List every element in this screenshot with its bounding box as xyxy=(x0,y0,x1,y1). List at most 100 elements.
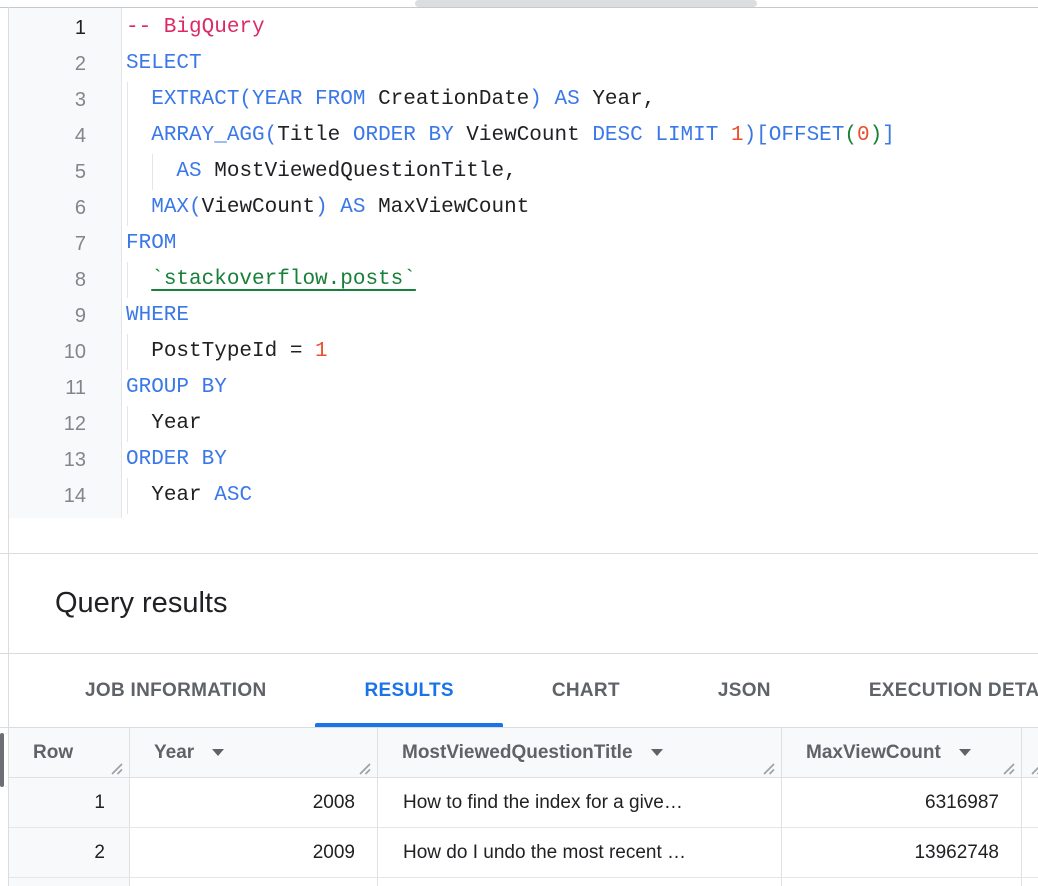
row-number-cell: 1 xyxy=(9,778,130,827)
code-token: ] xyxy=(882,124,895,147)
table-row[interactable]: 22009How do I undo the most recent …1396… xyxy=(9,828,1038,878)
filler-cell xyxy=(1022,828,1038,877)
code-token: Year xyxy=(151,484,214,507)
code-line[interactable]: 9 WHERE xyxy=(9,298,1038,334)
column-resize-grip[interactable] xyxy=(1002,760,1016,774)
code-line-content: WHERE xyxy=(126,298,189,334)
indent-guide xyxy=(127,190,128,226)
column-header-mostviewedquestiontitle[interactable]: MostViewedQuestionTitle xyxy=(378,728,782,777)
code-token: ViewCount xyxy=(202,196,315,219)
tab-json[interactable]: JSON xyxy=(669,654,820,727)
code-line[interactable]: 10 PostTypeId = 1 xyxy=(9,334,1038,370)
column-menu-icon[interactable] xyxy=(212,749,224,756)
code-line[interactable]: 3 EXTRACT(YEAR FROM CreationDate) AS Yea… xyxy=(9,82,1038,118)
code-line[interactable]: 5 AS MostViewedQuestionTitle, xyxy=(9,154,1038,190)
column-resize-grip[interactable] xyxy=(358,760,372,774)
line-number: 13 xyxy=(9,442,86,478)
code-token: DESC LIMIT xyxy=(592,124,731,147)
code-line-content: PostTypeId = 1 xyxy=(126,334,328,370)
line-number: 6 xyxy=(9,190,86,226)
code-token: ) xyxy=(870,124,883,147)
code-token: Title xyxy=(277,124,353,147)
results-table: Row Year MostViewedQuestionTitleMaxViewCou… xyxy=(9,728,1038,886)
code-token: ViewCount xyxy=(466,124,592,147)
maxviewcount-cell: 6316987 xyxy=(782,778,1022,827)
code-line-content: FROM xyxy=(126,226,176,262)
code-line-content: AS MostViewedQuestionTitle, xyxy=(126,154,517,190)
indent-guide xyxy=(152,154,153,190)
sql-editor[interactable]: 1 -- BigQuery 2SELECT3 EXTRACT(YEAR FROM C… xyxy=(9,8,1038,553)
table-reference-link[interactable]: `stackoverflow.posts` xyxy=(151,268,416,291)
code-line[interactable]: 13 ORDER BY xyxy=(9,442,1038,478)
code-line[interactable]: 7FROM xyxy=(9,226,1038,262)
column-resize-grip[interactable] xyxy=(110,760,124,774)
column-resize-grip[interactable] xyxy=(762,760,776,774)
tab-chart[interactable]: CHART xyxy=(503,654,669,727)
column-header-year[interactable]: Year xyxy=(130,728,378,777)
code-token: Year xyxy=(151,412,201,435)
line-number: 5 xyxy=(9,154,86,190)
column-menu-icon[interactable] xyxy=(959,749,971,756)
code-line-content: EXTRACT(YEAR FROM CreationDate) AS Year, xyxy=(126,82,655,118)
code-line[interactable]: 14 Year ASC xyxy=(9,478,1038,514)
code-token: ) AS xyxy=(529,88,592,111)
code-token: MostViewedQuestionTitle, xyxy=(214,160,516,183)
row-number-cell: 2 xyxy=(9,828,130,877)
code-token: ORDER BY xyxy=(353,124,466,147)
line-number: 1 xyxy=(9,10,86,46)
code-line[interactable]: 6 MAX(ViewCount) AS MaxViewCount xyxy=(9,190,1038,226)
code-line[interactable]: 12 Year xyxy=(9,406,1038,442)
tab-label: RESULTS xyxy=(364,680,453,702)
column-resize-grip[interactable] xyxy=(1030,760,1038,774)
code-token: MAX( xyxy=(151,196,201,219)
tab-execution-details[interactable]: EXECUTION DETAILS xyxy=(820,654,1038,727)
line-number: 11 xyxy=(9,370,86,406)
code-line[interactable]: 11 GROUP BY xyxy=(9,370,1038,406)
column-header-label: Year xyxy=(154,742,194,764)
column-menu-icon[interactable] xyxy=(651,749,663,756)
indent-guide xyxy=(127,154,128,190)
code-line[interactable]: 4 ARRAY_AGG(Title ORDER BY ViewCount DES… xyxy=(9,118,1038,154)
code-token: CreationDate xyxy=(378,88,529,111)
maxviewcount-cell: 13962748 xyxy=(782,828,1022,877)
code-token: ) AS xyxy=(315,196,378,219)
table-row-partial xyxy=(9,878,1038,886)
line-number: 4 xyxy=(9,118,86,154)
code-line-content: GROUP BY xyxy=(126,370,227,406)
tab-job-information[interactable]: JOB INFORMATION xyxy=(36,654,315,727)
indent-guide xyxy=(127,82,128,118)
code-line-content: Year ASC xyxy=(126,478,252,514)
column-header-row[interactable]: Row xyxy=(9,728,130,777)
line-number: 14 xyxy=(9,478,86,514)
line-number: 10 xyxy=(9,334,86,370)
line-number: 8 xyxy=(9,262,86,298)
code-line[interactable]: 8 `stackoverflow.posts` xyxy=(9,262,1038,298)
code-token: MaxViewCount xyxy=(378,196,529,219)
year-cell: 2008 xyxy=(130,778,378,827)
table-row[interactable]: 12008How to find the index for a give…63… xyxy=(9,778,1038,828)
code-line-content: ORDER BY xyxy=(126,442,227,478)
year-cell: 2009 xyxy=(130,828,378,877)
tab-label: JOB INFORMATION xyxy=(85,680,266,702)
code-token: ARRAY_AGG( xyxy=(151,124,277,147)
code-token: SELECT xyxy=(126,52,202,75)
title-cell: How to find the index for a give… xyxy=(378,778,782,827)
line-number: 12 xyxy=(9,406,86,442)
code-line[interactable]: 2SELECT xyxy=(9,46,1038,82)
query-results-title: Query results xyxy=(55,554,227,652)
code-token: ( xyxy=(844,124,857,147)
code-line-content: -- BigQuery xyxy=(126,10,265,46)
indent-guide xyxy=(127,262,128,298)
column-header-maxviewcount[interactable]: MaxViewCount xyxy=(782,728,1022,777)
column-header-label: Row xyxy=(33,742,73,764)
editor-horizontal-scrollbar-thumb[interactable] xyxy=(415,0,757,7)
filler-cell xyxy=(1022,778,1038,827)
tab-label: EXECUTION DETAILS xyxy=(869,680,1038,702)
tab-label: CHART xyxy=(552,680,620,702)
code-line[interactable]: 1 -- BigQuery xyxy=(9,10,1038,46)
code-token: 1 xyxy=(731,124,744,147)
tab-results[interactable]: RESULTS xyxy=(315,654,502,727)
results-vertical-scrollbar-thumb[interactable] xyxy=(0,733,4,787)
line-number: 9 xyxy=(9,298,86,334)
code-token: -- BigQuery xyxy=(126,16,265,39)
